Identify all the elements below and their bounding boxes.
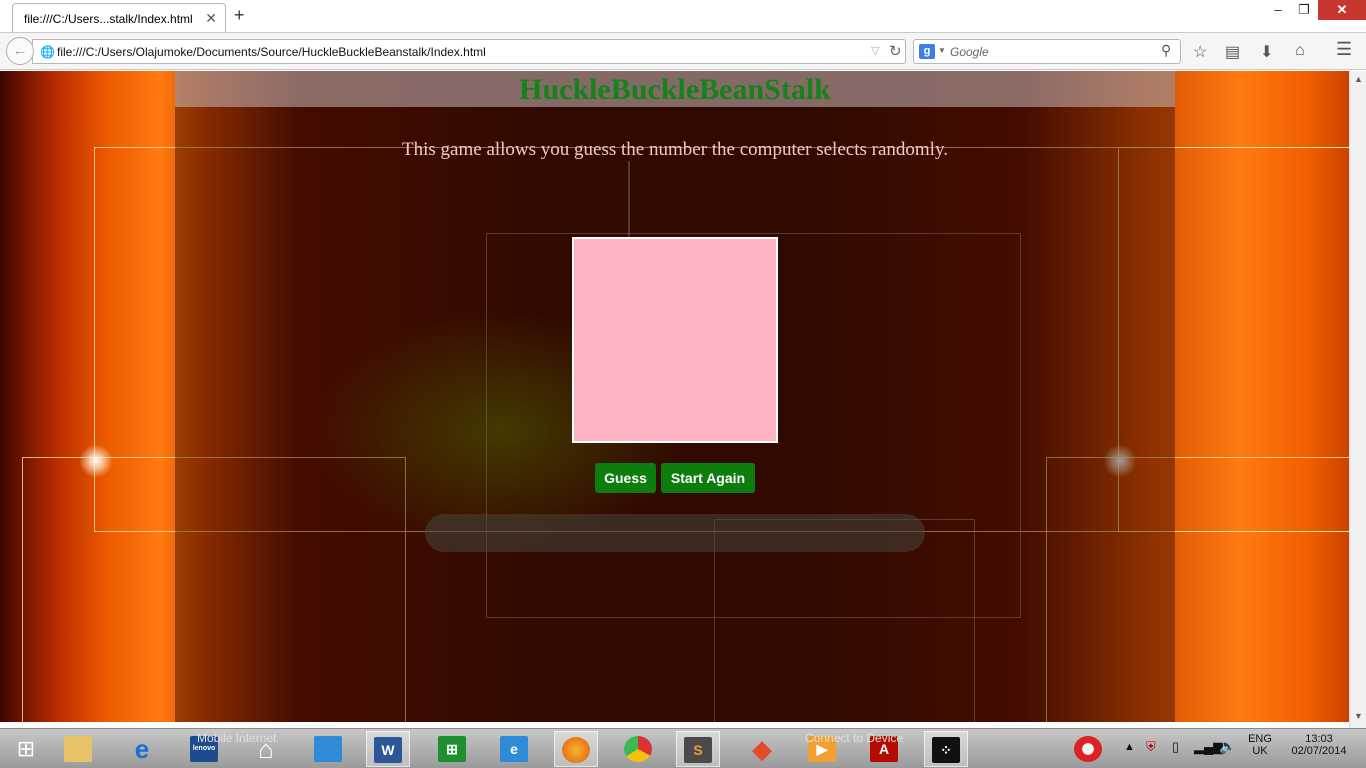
number-display-box <box>572 237 778 443</box>
maximize-button[interactable]: ❐ <box>1289 0 1319 20</box>
tray-app-icon[interactable] <box>1064 731 1112 767</box>
download-icon[interactable]: ⬇ <box>1260 42 1273 62</box>
url-dropdown-icon[interactable]: ▽ <box>871 44 879 57</box>
browser-navbar: 🌐 file:///C:/Users/Olajumoke/Documents/S… <box>0 32 1366 70</box>
battery-icon[interactable]: ▯ <box>1172 739 1179 755</box>
page-title: HuckleBuckleBeanStalk <box>519 73 831 106</box>
chrome-icon[interactable] <box>616 731 660 767</box>
sublime-text-icon[interactable]: S <box>676 731 720 767</box>
mobile-internet-label: Mobile Internet <box>197 731 277 745</box>
bookmark-star-icon[interactable]: ☆ <box>1193 42 1207 62</box>
page-viewport: HuckleBuckleBeanStalk This game allows y… <box>0 71 1349 722</box>
game-description: This game allows you guess the number th… <box>402 139 948 160</box>
url-text: file:///C:/Users/Olajumoke/Documents/Sou… <box>57 45 486 59</box>
reload-icon[interactable]: ↻ <box>889 42 902 60</box>
globe-icon: 🌐 <box>40 45 55 59</box>
scroll-up-icon[interactable]: ▲ <box>1354 74 1363 84</box>
clock[interactable]: 13:03 02/07/2014 <box>1287 733 1351 757</box>
address-bar[interactable]: 🌐 file:///C:/Users/Olajumoke/Documents/S… <box>32 39 906 64</box>
browser-titlebar: file:///C:/Users...stalk/Index.html ✕ + … <box>0 0 1366 32</box>
close-tab-icon[interactable]: ✕ <box>205 10 217 27</box>
store-bag-icon[interactable] <box>306 731 350 767</box>
scroll-down-icon[interactable]: ▼ <box>1354 711 1363 721</box>
close-window-button[interactable]: ✕ <box>1318 0 1366 20</box>
windows-start-icon[interactable]: ⊞ <box>4 731 48 767</box>
light-flare <box>79 444 113 478</box>
language-indicator[interactable]: ENG UK <box>1246 733 1274 757</box>
guess-button[interactable]: Guess <box>595 463 656 493</box>
security-shield-icon[interactable]: ⛨ <box>1146 739 1156 755</box>
windows-store-icon[interactable]: ⊞ <box>430 731 474 767</box>
git-icon[interactable]: ◆ <box>740 731 784 767</box>
back-button[interactable]: ← <box>6 37 34 65</box>
browser-tab[interactable]: file:///C:/Users...stalk/Index.html ✕ <box>12 3 226 32</box>
game-container: HuckleBuckleBeanStalk This game allows y… <box>175 71 1175 722</box>
reading-list-icon[interactable]: ▤ <box>1225 42 1240 62</box>
show-hidden-icons[interactable]: ▲ <box>1124 741 1135 753</box>
search-input[interactable]: g ▼ Google ⚲ <box>913 39 1181 64</box>
home-icon[interactable]: ⌂ <box>1295 42 1305 60</box>
search-placeholder: Google <box>950 45 989 59</box>
clock-time: 13:03 <box>1305 733 1333 745</box>
internet-explorer-icon[interactable]: e <box>120 731 164 767</box>
back-arrow-icon: ← <box>12 42 28 59</box>
volume-icon[interactable]: 🔈 <box>1219 738 1236 755</box>
search-engine-dropdown-icon[interactable]: ▼ <box>938 46 946 55</box>
vertical-scrollbar[interactable]: ▲ ▼ <box>1349 71 1366 728</box>
word-icon[interactable]: W <box>366 731 410 767</box>
google-icon[interactable]: g <box>919 44 935 59</box>
connect-device-label: Connect to Device <box>805 731 904 745</box>
new-tab-button[interactable]: + <box>234 5 245 26</box>
start-again-button[interactable]: Start Again <box>661 463 755 493</box>
menu-icon[interactable]: ☰ <box>1336 39 1352 60</box>
search-icon[interactable]: ⚲ <box>1161 42 1171 59</box>
tab-title: file:///C:/Users...stalk/Index.html <box>24 12 193 26</box>
clock-date: 02/07/2014 <box>1291 745 1347 757</box>
firefox-icon[interactable] <box>554 731 598 767</box>
ie-blue-icon[interactable]: e <box>492 731 536 767</box>
result-message-bar <box>425 514 925 552</box>
file-explorer-icon[interactable] <box>56 731 100 767</box>
blackberry-icon[interactable]: ⁘ <box>924 731 968 767</box>
